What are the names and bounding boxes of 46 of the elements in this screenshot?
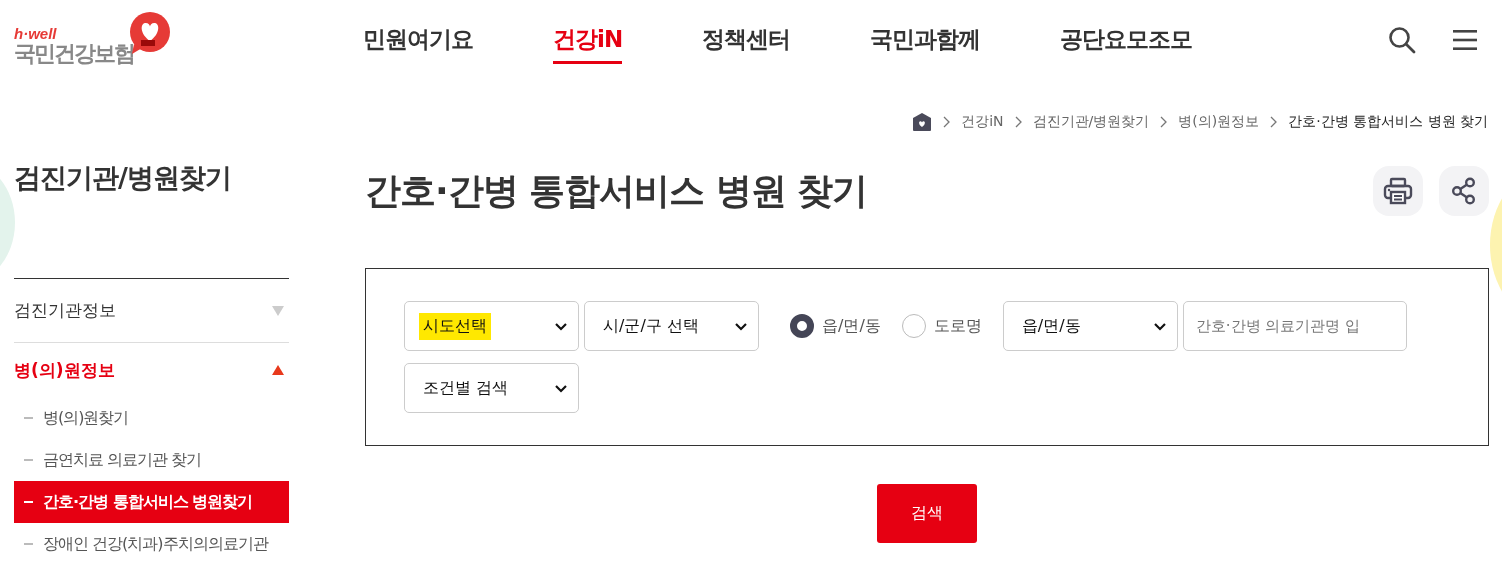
sidebar-item[interactable]: 장애인 건강(치과)주치의의료기관	[14, 523, 289, 565]
menu-icon[interactable]	[1452, 29, 1478, 51]
breadcrumb-link[interactable]: 검진기관/병원찾기	[1032, 113, 1150, 131]
search-icon[interactable]	[1388, 26, 1416, 54]
share-icon	[1451, 177, 1477, 205]
sidebar-group[interactable]: 병(의)원정보	[14, 343, 289, 397]
name-input-field[interactable]: 간호·간병 의료기관명 입	[1182, 301, 1407, 351]
chevron-down-icon	[554, 383, 568, 393]
dropdown-select[interactable]: 조건별 검색	[404, 363, 579, 413]
chevron-down-icon	[734, 321, 748, 331]
chevron-down-icon	[1152, 321, 1167, 331]
nav-menu-item[interactable]: 정책센터	[702, 16, 791, 64]
home-icon[interactable]	[912, 112, 933, 132]
chevron-right-icon	[942, 115, 952, 129]
radio-button[interactable]	[901, 314, 926, 338]
dropdown-select[interactable]: 시/군/구 선택	[584, 301, 759, 351]
breadcrumb-link[interactable]: 병(의)원정보	[1178, 113, 1260, 131]
sidebar-item[interactable]: 간호·간병 통합서비스 병원찾기	[14, 481, 289, 523]
logo-name: 국민건강보험	[14, 41, 134, 67]
print-button[interactable]	[1373, 166, 1423, 216]
chevron-right-icon	[1013, 115, 1023, 129]
nav-menu-item[interactable]: 공단요모조모	[1060, 16, 1193, 64]
caret-down-icon	[271, 304, 285, 317]
sidebar-item[interactable]: 병(의)원찾기	[14, 397, 289, 439]
share-button[interactable]	[1439, 166, 1489, 216]
printer-icon	[1383, 177, 1413, 205]
sidebar-title: 검진기관/병원찾기	[14, 160, 289, 279]
search-button[interactable]: 검색	[877, 484, 977, 543]
nav-menu-item[interactable]: 민원여기요	[363, 16, 473, 64]
nav-menu-item[interactable]: 건강iN	[553, 16, 623, 64]
page-title: 간호·간병 통합서비스 병원 찾기	[365, 168, 868, 213]
breadcrumb-current: 간호·간병 통합서비스 병원 찾기	[1288, 113, 1488, 131]
chevron-right-icon	[1159, 115, 1169, 129]
breadcrumb-link[interactable]: 건강iN	[961, 113, 1004, 131]
chevron-down-icon	[554, 321, 568, 331]
caret-up-icon	[271, 364, 285, 376]
radio-label[interactable]: 읍/면/동	[822, 315, 881, 337]
nav-menu-item[interactable]: 국민과함께	[870, 16, 981, 64]
radio-label[interactable]: 도로명	[933, 315, 982, 337]
sidebar-group[interactable]: 검진기관정보	[14, 279, 289, 343]
dropdown-select[interactable]: 읍/면/동	[1002, 301, 1178, 351]
dropdown-select[interactable]: 시도선택	[404, 301, 579, 351]
chevron-right-icon	[1269, 115, 1279, 129]
logo-tagline: h·well	[14, 26, 58, 41]
radio-button[interactable]	[790, 314, 814, 338]
sidebar-item[interactable]: 금연치료 의료기관 찾기	[14, 439, 289, 481]
